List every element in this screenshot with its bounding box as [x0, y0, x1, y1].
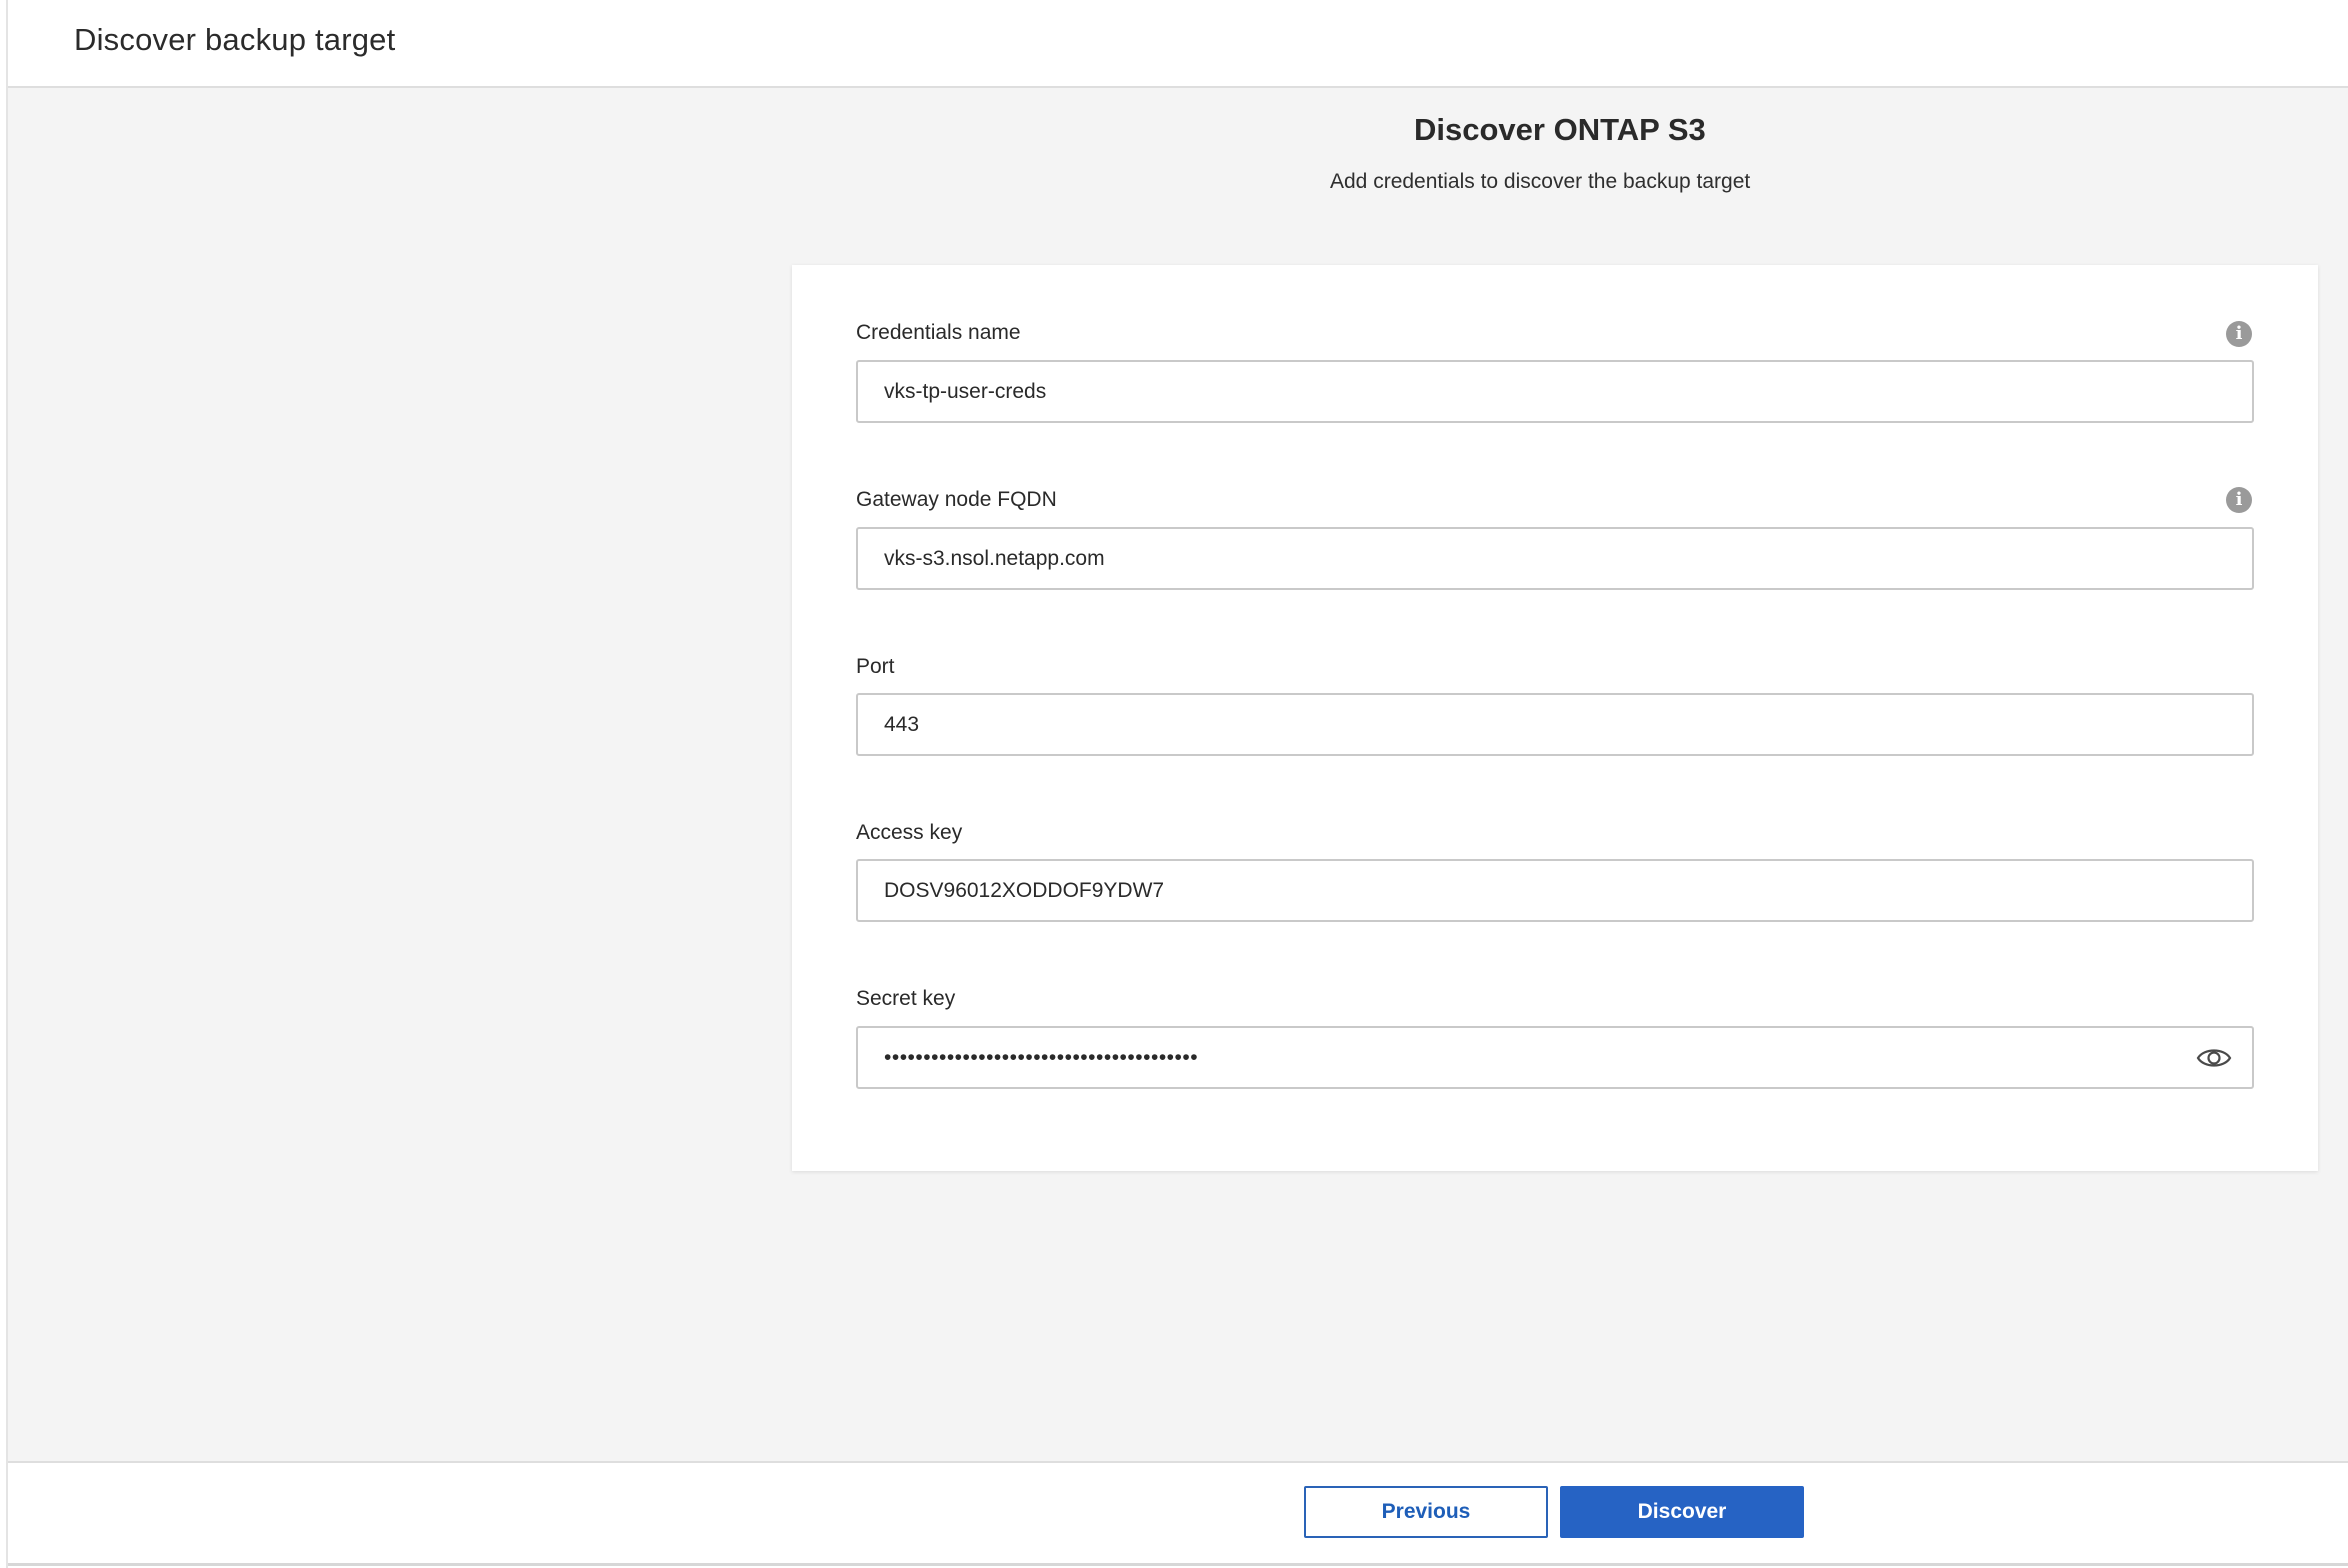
credentials-name-input[interactable]: vks-tp-user-creds — [856, 360, 2254, 423]
previous-button[interactable]: Previous — [1304, 1486, 1548, 1538]
wizard-window: Discover backup target Discover ONTAP S3… — [0, 0, 2348, 1568]
page-subtitle: Add credentials to discover the backup t… — [1330, 170, 1751, 193]
port-input[interactable]: 443 — [856, 693, 2254, 756]
footer-divider — [8, 1563, 2348, 1566]
wizard-header: Discover backup target — [8, 0, 2348, 88]
info-icon[interactable]: i — [2226, 487, 2252, 513]
access-key-input[interactable]: DOSV96012XODDOF9YDW7 — [856, 859, 2254, 922]
gateway-fqdn-label: Gateway node FQDN — [856, 488, 1057, 511]
credentials-form-card: Credentials name i vks-tp-user-creds Gat… — [792, 265, 2318, 1171]
left-edge-divider — [0, 0, 8, 1568]
port-label: Port — [856, 655, 895, 678]
access-key-label: Access key — [856, 821, 963, 844]
secret-key-label: Secret key — [856, 987, 956, 1010]
info-icon[interactable]: i — [2226, 321, 2252, 347]
wizard-title: Discover backup target — [74, 22, 396, 57]
discover-button[interactable]: Discover — [1560, 1486, 1804, 1538]
wizard-footer — [8, 1461, 2348, 1568]
page-title: Discover ONTAP S3 — [1414, 112, 1706, 147]
credentials-name-label: Credentials name — [856, 321, 1021, 344]
secret-key-masked-value: •••••••••••••••••••••••••••••••••••••••• — [884, 1046, 1199, 1069]
secret-key-input[interactable]: •••••••••••••••••••••••••••••••••••••••• — [856, 1026, 2254, 1089]
eye-icon[interactable] — [2196, 1044, 2232, 1072]
gateway-fqdn-input[interactable]: vks-s3.nsol.netapp.com — [856, 527, 2254, 590]
